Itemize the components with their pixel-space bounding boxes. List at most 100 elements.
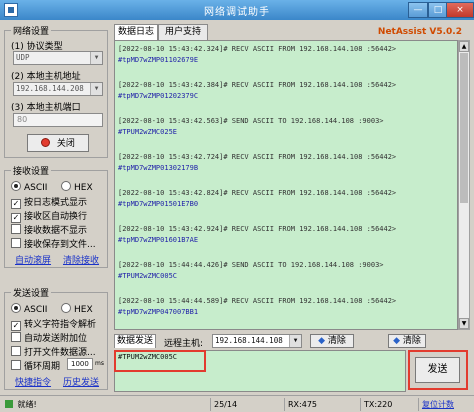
log-payload: #TPUM2wZMC005C [118, 272, 178, 280]
log-header: [2022-08-10 15:43:42.924]# RECV ASCII FR… [118, 225, 397, 233]
checkmark-icon: ✓ [11, 321, 21, 331]
log-mode-checkbox[interactable]: ✓ 按日志模式显示 [11, 195, 87, 209]
reset-count-link[interactable]: 复位计数 [418, 398, 474, 411]
chevron-down-icon: ▼ [90, 83, 102, 95]
tab-data-log[interactable]: 数据日志 [114, 24, 158, 41]
port-input[interactable]: 80 [13, 113, 103, 127]
send-button[interactable]: 发送 [415, 357, 460, 383]
receive-settings-title: 接收设置 [11, 164, 52, 177]
network-settings-title: 网络设置 [11, 24, 52, 37]
clear-send-button[interactable]: ◆ 清除 [388, 334, 426, 348]
checkbox-empty-icon [11, 238, 21, 248]
checkmark-icon: ✓ [11, 213, 21, 223]
checkmark-icon: ✓ [11, 199, 21, 209]
append-bits-checkbox[interactable]: 自动发送附加位 [11, 331, 87, 344]
send-ascii-radio[interactable]: ASCII [11, 303, 47, 315]
radio-empty-icon [61, 303, 71, 313]
radio-selected-icon [11, 181, 21, 191]
receive-settings-group: 接收设置 ASCII HEX ✓ 按日志模式显示 ✓ 接收区自动换行 接收数据不显示… [4, 164, 108, 268]
tab-data-send[interactable]: 数据发送 [114, 334, 156, 348]
status-bar: 就绪! 25/14 RX:475 TX:220 复位计数 [0, 395, 474, 412]
title-bar: 网络调试助手 — □ × [0, 0, 474, 20]
send-settings-group: 发送设置 ASCII HEX ✓ 转义字符指令解析 自动发送附加位 打开文件数据源… [4, 286, 108, 390]
protocol-value: UDP [16, 53, 30, 62]
log-header: [2022-08-10 15:43:42.563]# SEND ASCII TO… [118, 117, 384, 125]
checkbox-empty-icon [11, 332, 21, 342]
log-entry: [2022-08-10 15:44:44.426]# SEND ASCII TO… [115, 260, 457, 282]
log-entry: [2022-08-10 15:43:42.824]# RECV ASCII FR… [115, 188, 457, 210]
open-close-label: 关闭 [56, 139, 75, 149]
clear-remote-button[interactable]: ◆ 清除 [310, 334, 354, 348]
tab-user-support[interactable]: 用户支持 [158, 24, 208, 40]
log-scrollbar[interactable]: ▲ ▼ [458, 40, 470, 330]
host-value: 192.168.144.208 [16, 84, 84, 93]
status-ready: 就绪! [2, 398, 82, 411]
host-label: (2) 本地主机地址 [11, 72, 81, 82]
send-hex-radio[interactable]: HEX [61, 303, 93, 315]
cycle-period-input[interactable]: 1000 [67, 358, 93, 370]
window-title: 网络调试助手 [204, 7, 270, 18]
log-entry: [2022-08-10 15:43:42.384]# RECV ASCII FR… [115, 80, 457, 102]
status-count: 25/14 [210, 398, 270, 411]
open-file-source-checkbox[interactable]: 打开文件数据源... [11, 345, 96, 358]
log-header: [2022-08-10 15:43:42.384]# RECV ASCII FR… [118, 81, 397, 89]
log-payload: #tpMD7wZMP01102679E [118, 56, 199, 64]
protocol-select[interactable]: UDP ▼ [13, 51, 103, 65]
minimize-button[interactable]: — [408, 2, 428, 18]
save-to-file-checkbox[interactable]: 接收保存到文件... [11, 237, 96, 250]
network-settings-group: 网络设置 (1) 协议类型 UDP ▼ (2) 本地主机地址 192.168.1… [4, 24, 108, 158]
cycle-period-checkbox[interactable]: 循环周期 [11, 359, 60, 372]
clear-arrow-icon: ◆ [318, 336, 326, 346]
send-settings-title: 发送设置 [11, 286, 52, 299]
escape-parse-checkbox[interactable]: ✓ 转义字符指令解析 [11, 317, 96, 331]
log-entry: [2022-08-10 15:43:42.324]# RECV ASCII FR… [115, 44, 457, 66]
close-button[interactable]: × [446, 2, 474, 18]
chevron-down-icon: ▼ [90, 52, 102, 64]
remote-host-select[interactable]: 192.168.144.108 :9003 ▼ [212, 334, 302, 348]
log-entry: [2022-08-10 15:44:44.589]# RECV ASCII FR… [115, 296, 457, 318]
receive-hex-radio[interactable]: HEX [61, 181, 93, 193]
auto-wrap-checkbox[interactable]: ✓ 接收区自动换行 [11, 209, 87, 223]
checkbox-empty-icon [11, 346, 21, 356]
clear-receive-link[interactable]: 清除接收 [63, 253, 99, 266]
receive-log-area[interactable]: [2022-08-10 15:43:42.324]# RECV ASCII FR… [114, 40, 458, 330]
log-payload: #tpMD7wZMP047007BB1 [118, 308, 199, 316]
send-history-link[interactable]: 历史发送 [63, 375, 99, 388]
radio-empty-icon [61, 181, 71, 191]
log-header: [2022-08-10 15:44:44.426]# SEND ASCII TO… [118, 261, 384, 269]
shortcut-commands-link[interactable]: 快捷指令 [15, 375, 51, 388]
host-select[interactable]: 192.168.144.208 ▼ [13, 82, 103, 96]
status-ready-icon [5, 400, 13, 408]
log-header: [2022-08-10 15:43:42.324]# RECV ASCII FR… [118, 45, 397, 53]
checkbox-empty-icon [11, 224, 21, 234]
status-rx: RX:475 [284, 398, 354, 411]
app-version-brand: NetAssist V5.0.2 [377, 27, 462, 37]
log-payload: #tpMD7wZMP01501E7B0 [118, 200, 199, 208]
open-close-button[interactable]: 关闭 [27, 134, 89, 152]
receive-ascii-radio[interactable]: ASCII [11, 181, 47, 193]
send-toolbar: 数据发送 远程主机: 192.168.144.108 :9003 ▼ ◆ 清除 … [114, 334, 470, 349]
log-entry: [2022-08-10 15:43:42.563]# SEND ASCII TO… [115, 116, 457, 138]
log-entry: [2022-08-10 15:43:42.724]# RECV ASCII FR… [115, 152, 457, 174]
log-payload: #tpMD7wZMP01601B7AE [118, 236, 199, 244]
radio-selected-icon [11, 303, 21, 313]
maximize-button[interactable]: □ [428, 2, 448, 18]
chevron-down-icon: ▼ [289, 335, 301, 347]
log-payload: #tpMD7wZMP01202379C [118, 92, 199, 100]
scroll-thumb[interactable] [460, 53, 468, 203]
scroll-up-icon[interactable]: ▲ [459, 41, 469, 52]
clear-arrow-icon: ◆ [393, 336, 401, 346]
hide-received-checkbox[interactable]: 接收数据不显示 [11, 223, 87, 236]
connection-status-icon [41, 138, 51, 147]
log-payload: #tpMD7wZMP01302179B [118, 164, 199, 172]
remote-host-value: 192.168.144.108 :9003 [215, 336, 283, 345]
scroll-down-icon[interactable]: ▼ [459, 318, 469, 329]
log-entry: [2022-08-10 15:43:42.924]# RECV ASCII FR… [115, 224, 457, 246]
auto-scroll-link[interactable]: 自动滚屏 [15, 253, 51, 266]
checkbox-empty-icon [11, 360, 21, 370]
period-unit: ms [95, 360, 104, 367]
status-tx: TX:220 [360, 398, 410, 411]
remote-host-label: 远程主机: [164, 339, 204, 349]
log-header: [2022-08-10 15:43:42.724]# RECV ASCII FR… [118, 153, 397, 161]
log-header: [2022-08-10 15:43:42.824]# RECV ASCII FR… [118, 189, 397, 197]
